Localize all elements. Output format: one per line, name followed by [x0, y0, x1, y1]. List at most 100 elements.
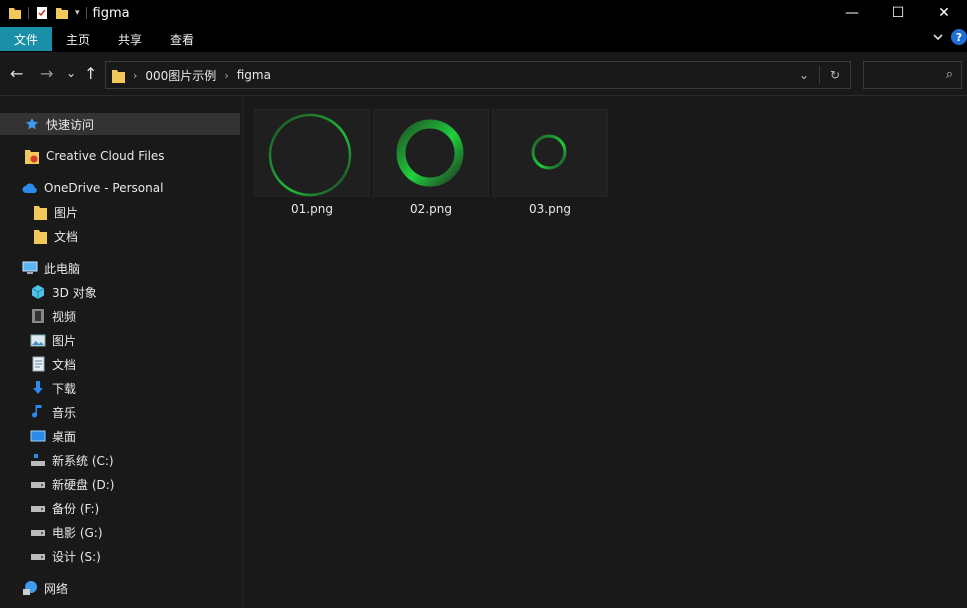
sidebar-item-label: OneDrive - Personal: [44, 181, 164, 195]
breadcrumb-separator[interactable]: ›: [224, 69, 228, 82]
sidebar-item-drive-g[interactable]: 电影 (G:): [30, 521, 103, 543]
toolbar-separator: [85, 7, 87, 19]
sidebar-item-drive-s[interactable]: 设计 (S:): [30, 545, 101, 567]
file-name: 01.png: [291, 202, 333, 216]
back-button[interactable]: ←: [10, 64, 23, 83]
sidebar-item-creative-cloud[interactable]: Creative Cloud Files: [24, 145, 165, 167]
star-icon: [24, 116, 40, 132]
chevron-down-icon[interactable]: [931, 30, 945, 44]
film-icon: [30, 308, 46, 324]
recent-locations-button[interactable]: ⌄: [66, 66, 76, 80]
sidebar-item-3d-objects[interactable]: 3D 对象: [30, 281, 97, 303]
navigation-bar: ← → ⌄ ↑ › 000图片示例 › figma ⌄ ↻ ⌕: [0, 52, 967, 96]
window-title: figma: [92, 5, 130, 21]
file-thumbnail: [373, 109, 489, 197]
sidebar-item-onedrive-pictures[interactable]: 图片: [32, 201, 78, 223]
music-note-icon: [30, 404, 46, 420]
sidebar-item-drive-f[interactable]: 备份 (F:): [30, 497, 99, 519]
sidebar-item-label: 下载: [52, 381, 77, 396]
file-name: 02.png: [410, 202, 452, 216]
sidebar-item-label: 图片: [54, 205, 79, 220]
network-globe-icon: [22, 580, 38, 596]
sidebar-item-drive-d[interactable]: 新硬盘 (D:): [30, 473, 114, 495]
sidebar-item-label: 电影 (G:): [52, 525, 103, 540]
sidebar-item-label: 网络: [44, 581, 69, 596]
sidebar-item-label: 图片: [52, 333, 77, 348]
minimize-button[interactable]: —: [829, 0, 875, 26]
creative-cloud-folder-icon: [24, 148, 40, 164]
file-list: 01.png 02.png 03.png: [244, 97, 967, 608]
computer-icon: [22, 260, 38, 276]
folder-icon[interactable]: [8, 6, 22, 20]
breadcrumb-item[interactable]: 000图片示例: [145, 67, 216, 84]
cube-icon: [30, 284, 46, 300]
hard-drive-icon: [30, 548, 46, 564]
file-thumbnail: [492, 109, 608, 197]
sidebar-item-this-pc[interactable]: 此电脑: [22, 257, 80, 279]
window-controls: — ☐ ✕: [829, 0, 967, 26]
sidebar-item-music[interactable]: 音乐: [30, 401, 76, 423]
address-bar[interactable]: › 000图片示例 › figma ⌄ ↻: [105, 61, 851, 89]
sidebar-item-videos[interactable]: 视频: [30, 305, 76, 327]
picture-icon: [30, 332, 46, 348]
quick-access-toolbar: ▾: [0, 6, 87, 20]
toolbar-separator: [28, 7, 29, 19]
sidebar-item-drive-c[interactable]: 新系统 (C:): [30, 449, 114, 471]
navigation-pane: 快速访问 Creative Cloud Files OneDrive - Per…: [0, 97, 241, 608]
file-thumbnail: [254, 109, 370, 197]
file-item[interactable]: 03.png: [492, 109, 608, 219]
sidebar-item-label: 文档: [52, 357, 77, 372]
system-drive-icon: [30, 452, 46, 468]
sidebar-item-label: 快速访问: [46, 117, 95, 132]
cloud-icon: [22, 180, 38, 196]
sidebar-item-desktop[interactable]: 桌面: [30, 425, 76, 447]
folder-icon: [32, 228, 48, 244]
tab-share[interactable]: 共享: [104, 27, 156, 51]
sidebar-item-label: 3D 对象: [52, 285, 97, 300]
tab-home[interactable]: 主页: [52, 27, 104, 51]
help-button[interactable]: ?: [951, 29, 967, 45]
title-bar: ▾ figma — ☐ ✕: [0, 0, 967, 26]
file-item[interactable]: 01.png: [254, 109, 370, 219]
tab-file[interactable]: 文件: [0, 27, 53, 51]
up-button[interactable]: ↑: [84, 64, 97, 83]
sidebar-item-label: 文档: [54, 229, 79, 244]
close-button[interactable]: ✕: [921, 0, 967, 26]
sidebar-item-network[interactable]: 网络: [22, 577, 68, 599]
new-folder-icon[interactable]: [55, 6, 69, 20]
sidebar-item-pictures[interactable]: 图片: [30, 329, 76, 351]
sidebar-item-label: 此电脑: [44, 261, 81, 276]
breadcrumb-item[interactable]: figma: [237, 68, 271, 82]
spinner-thin-image: [268, 113, 352, 197]
address-dropdown-button[interactable]: ⌄: [789, 68, 819, 82]
sidebar-item-documents[interactable]: 文档: [30, 353, 76, 375]
refresh-button[interactable]: ↻: [820, 68, 850, 82]
maximize-button[interactable]: ☐: [875, 0, 921, 26]
sidebar-item-onedrive-documents[interactable]: 文档: [32, 225, 78, 247]
tab-view[interactable]: 查看: [156, 27, 208, 51]
folder-icon: [112, 69, 125, 83]
sidebar-item-label: 桌面: [52, 429, 77, 444]
file-name: 03.png: [529, 202, 571, 216]
ribbon-tabs: 文件 主页 共享 查看 ?: [0, 26, 967, 52]
sidebar-item-label: 视频: [52, 309, 77, 324]
sidebar-item-label: 音乐: [52, 405, 77, 420]
spinner-thick-image: [396, 119, 464, 187]
hard-drive-icon: [30, 500, 46, 516]
hard-drive-icon: [30, 524, 46, 540]
customize-toolbar-icon[interactable]: ▾: [75, 8, 80, 18]
search-icon: ⌕: [945, 67, 953, 82]
forward-button[interactable]: →: [40, 64, 53, 83]
properties-icon[interactable]: [35, 6, 49, 20]
spinner-small-image: [531, 134, 567, 170]
sidebar-item-quick-access[interactable]: 快速访问: [0, 113, 240, 135]
sidebar-item-label: Creative Cloud Files: [46, 149, 165, 163]
file-item[interactable]: 02.png: [373, 109, 489, 219]
sidebar-item-downloads[interactable]: 下载: [30, 377, 76, 399]
search-input[interactable]: ⌕: [863, 61, 962, 89]
breadcrumb-separator[interactable]: ›: [133, 69, 137, 82]
sidebar-item-label: 新系统 (C:): [52, 453, 114, 468]
sidebar-item-label: 备份 (F:): [52, 501, 100, 516]
sidebar-item-onedrive[interactable]: OneDrive - Personal: [22, 177, 163, 199]
download-arrow-icon: [30, 380, 46, 396]
